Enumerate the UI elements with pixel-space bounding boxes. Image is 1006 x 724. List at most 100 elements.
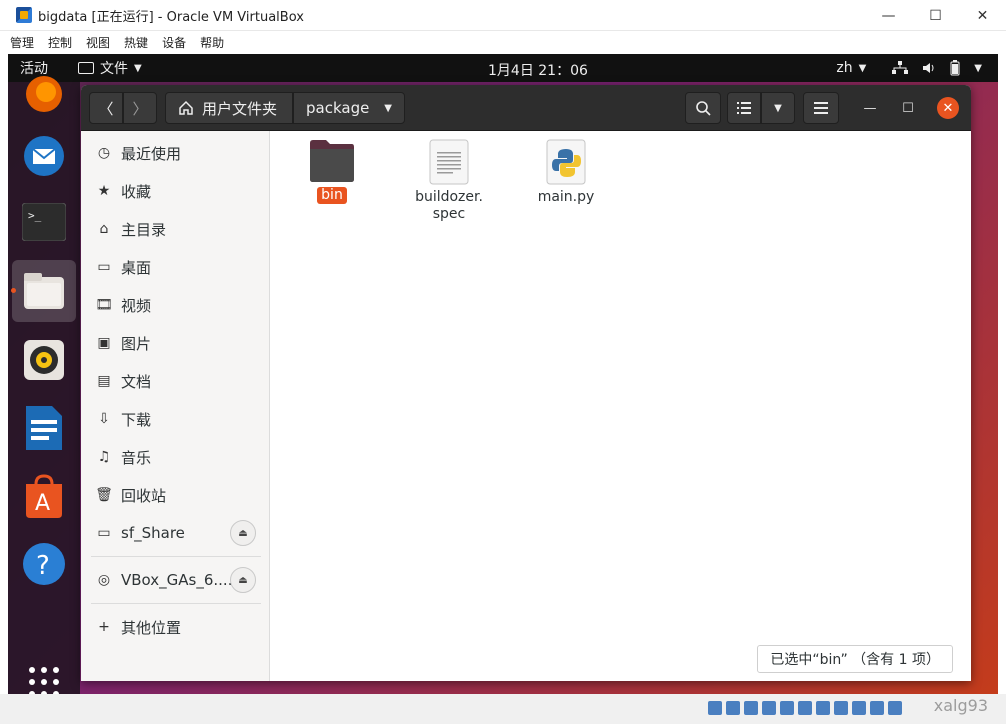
app-menu-label: 文件 <box>100 61 128 77</box>
host-menu-control[interactable]: 控制 <box>48 34 72 51</box>
chevron-down-icon: ▼ <box>134 62 142 74</box>
clock[interactable]: 1月4日 21：06 <box>488 60 588 80</box>
optical-drive-icon[interactable] <box>726 701 740 715</box>
menu-button[interactable] <box>803 92 839 124</box>
sidebar-item-vbox-gas[interactable]: ◎ VBox_GAs_6.... ⏏ <box>81 562 270 598</box>
chevron-right-icon: 〉 <box>132 99 148 118</box>
host-close-button[interactable]: ✕ <box>959 0 1006 31</box>
virtualbox-logo-icon <box>16 7 32 23</box>
view-list-button[interactable] <box>727 92 761 124</box>
forward-button[interactable]: 〉 <box>123 92 157 124</box>
gnome-top-bar: 活动 文件 ▼ 1月4日 21：06 zh ▼ ▼ <box>8 54 998 82</box>
cpu-icon[interactable] <box>852 701 866 715</box>
recording-icon[interactable] <box>834 701 848 715</box>
mouse-integration-icon[interactable] <box>870 701 884 715</box>
keyboard-icon[interactable] <box>888 701 902 715</box>
disc-icon: ◎ <box>97 572 111 588</box>
file-name: bin <box>317 187 347 204</box>
close-button[interactable]: ✕ <box>937 97 959 119</box>
home-icon: ⌂ <box>99 221 109 237</box>
maximize-icon: ☐ <box>902 100 914 116</box>
watermark: xalg93 <box>933 696 988 715</box>
terminal-icon[interactable]: >_ <box>22 200 66 244</box>
folder-icon <box>78 62 94 74</box>
network-icon[interactable] <box>762 701 776 715</box>
sidebar-item-music[interactable]: ♫ 音乐 <box>81 439 270 475</box>
file-name: main.py <box>537 189 595 205</box>
view-options-button[interactable]: ▼ <box>761 92 795 124</box>
python-file-icon <box>546 139 586 185</box>
sidebar-item-downloads[interactable]: ⇩ 下载 <box>81 401 270 437</box>
sidebar-item-starred[interactable]: ★ 收藏 <box>81 173 270 209</box>
display-icon[interactable] <box>816 701 830 715</box>
eject-icon: ⏏ <box>238 527 248 539</box>
maximize-button[interactable]: ☐ <box>897 97 919 119</box>
host-statusbar: xalg93 <box>0 694 1006 724</box>
path-current-button[interactable]: package ▼ <box>293 92 405 124</box>
folder-icon <box>310 140 354 182</box>
app-menu[interactable]: 文件 ▼ <box>78 58 142 78</box>
host-menu-help[interactable]: 帮助 <box>200 34 224 51</box>
sidebar-item-desktop[interactable]: ▭ 桌面 <box>81 249 270 285</box>
rhythmbox-icon[interactable] <box>22 338 66 382</box>
chevron-left-icon: 〈 <box>98 99 114 118</box>
plus-icon: + <box>98 619 110 635</box>
sidebar-item-label: 回收站 <box>121 486 167 505</box>
hard-disk-icon[interactable] <box>708 701 722 715</box>
eject-button[interactable]: ⏏ <box>230 567 256 593</box>
shared-folder-icon[interactable] <box>798 701 812 715</box>
dock: >_ A ? <box>8 76 80 694</box>
host-menu-view[interactable]: 视图 <box>86 34 110 51</box>
chevron-down-icon: ▼ <box>858 62 867 74</box>
host-minimize-button[interactable]: — <box>865 0 912 31</box>
firefox-icon[interactable] <box>22 72 66 116</box>
file-item-buildozer-spec[interactable]: buildozer. spec <box>399 139 499 223</box>
usb-icon[interactable] <box>780 701 794 715</box>
sidebar-item-recent[interactable]: ◷ 最近使用 <box>81 135 270 171</box>
search-button[interactable] <box>685 92 721 124</box>
sidebar-item-label: 音乐 <box>121 448 152 467</box>
back-button[interactable]: 〈 <box>89 92 123 124</box>
writer-icon[interactable] <box>22 406 66 450</box>
path-home-button[interactable]: 用户文件夹 <box>165 92 293 124</box>
guest-screen: 活动 文件 ▼ 1月4日 21：06 zh ▼ ▼ >_ A ? 〈 〉 用户文… <box>8 54 998 694</box>
host-menu-hotkeys[interactable]: 热键 <box>124 34 148 51</box>
star-icon: ★ <box>97 183 111 199</box>
files-icon[interactable] <box>22 269 66 313</box>
home-icon <box>179 100 193 115</box>
sidebar-separator <box>91 556 261 557</box>
chevron-down-icon: ▼ <box>774 102 782 114</box>
host-maximize-button[interactable]: ☐ <box>912 0 959 31</box>
sidebar-item-trash[interactable]: 🗑 回收站 <box>81 477 270 513</box>
minimize-button[interactable]: — <box>859 97 881 119</box>
sidebar-item-sf-share[interactable]: ▭ sf_Share ⏏ <box>81 515 270 551</box>
sidebar-item-documents[interactable]: ▤ 文档 <box>81 363 270 399</box>
help-icon[interactable]: ? <box>22 542 66 586</box>
desktop-icon: ▭ <box>97 259 111 275</box>
file-view[interactable]: bin buildozer. spec main.py 已选中“bin” （含有… <box>271 131 971 681</box>
text-file-icon <box>429 139 469 185</box>
places-sidebar: ◷ 最近使用 ★ 收藏 ⌂ 主目录 ▭ 桌面 🎞 视频 ▣ 图片 ▤ 文档 ⇩ … <box>81 131 270 681</box>
svg-text:?: ? <box>36 551 50 581</box>
sidebar-item-pictures[interactable]: ▣ 图片 <box>81 325 270 361</box>
file-item-main-py[interactable]: main.py <box>516 139 616 206</box>
audio-icon[interactable] <box>744 701 758 715</box>
file-item-bin[interactable]: bin <box>282 139 382 204</box>
close-icon: ✕ <box>942 100 954 116</box>
status-menu[interactable]: ▼ <box>892 60 982 76</box>
sidebar-item-label: 视频 <box>121 296 152 315</box>
file-name: buildozer. spec <box>415 189 483 222</box>
software-icon[interactable]: A <box>22 474 66 518</box>
sidebar-item-videos[interactable]: 🎞 视频 <box>81 287 270 323</box>
host-menu-devices[interactable]: 设备 <box>162 34 186 51</box>
files-headerbar: 〈 〉 用户文件夹 package ▼ ▼ — ☐ ✕ <box>81 85 971 131</box>
thunderbird-icon[interactable] <box>22 134 66 178</box>
eject-button[interactable]: ⏏ <box>230 520 256 546</box>
sidebar-item-home[interactable]: ⌂ 主目录 <box>81 211 270 247</box>
sidebar-item-other-locations[interactable]: + 其他位置 <box>81 609 270 645</box>
sidebar-item-label: sf_Share <box>121 524 185 542</box>
sidebar-item-label: 文档 <box>121 372 152 391</box>
input-method-menu[interactable]: zh ▼ <box>836 60 866 76</box>
show-apps-icon[interactable] <box>22 660 66 694</box>
host-menu-manage[interactable]: 管理 <box>10 34 34 51</box>
